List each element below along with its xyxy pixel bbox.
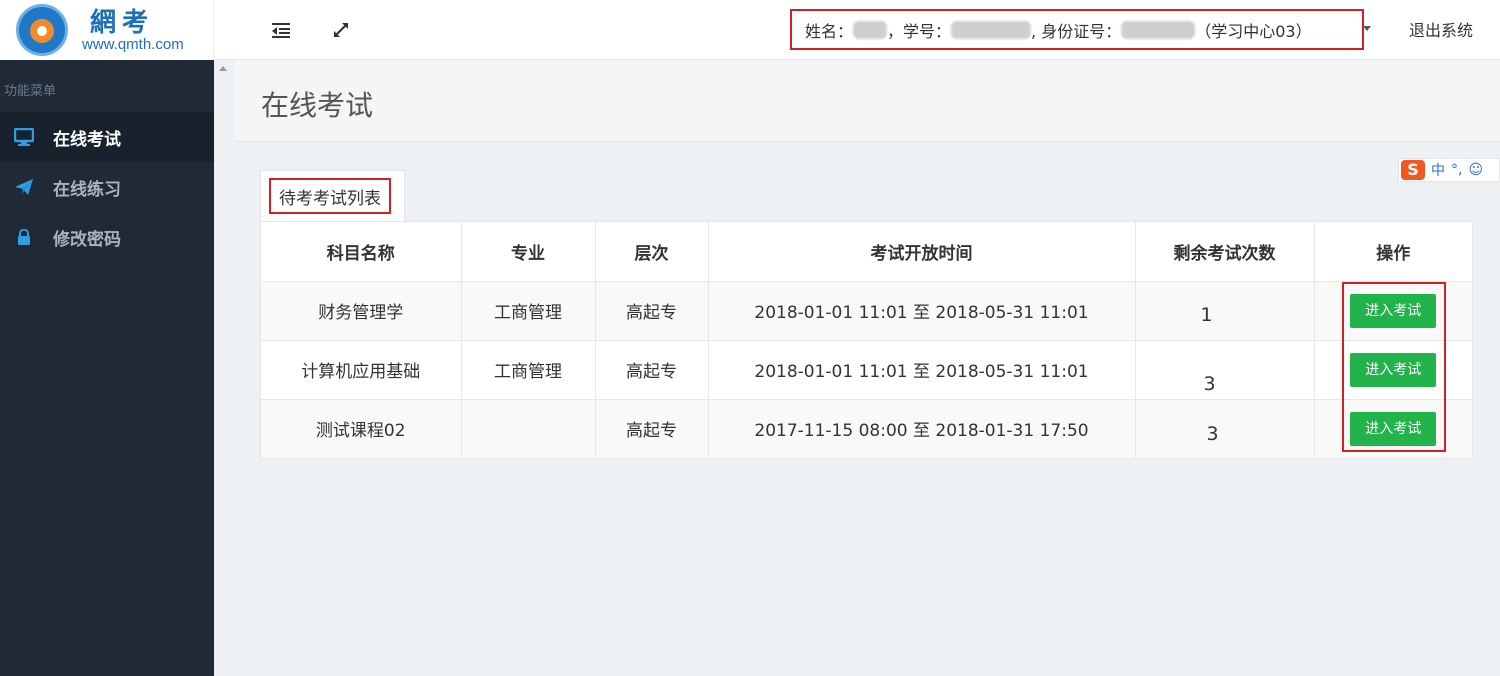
page-title: 在线考试 <box>261 89 374 122</box>
center-label: （学习中心03） <box>1195 21 1312 41</box>
column-header: 层次 <box>595 222 709 282</box>
paper-plane-icon <box>13 178 35 196</box>
tab-pending-exams[interactable]: 待考考试列表 <box>260 170 405 222</box>
top-header: 網考 www.qmth.com 姓名： ，学号： , 身份证号： （学习中心03… <box>0 0 1500 60</box>
sidebar-item-label: 在线练习 <box>53 179 121 200</box>
logo[interactable]: 網考 www.qmth.com <box>0 0 214 60</box>
major-cell: 工商管理 <box>461 340 596 400</box>
remaining-count: 3 <box>1206 422 1219 445</box>
sidebar: 功能菜单 在线考试 在线练习 修改密码 <box>0 60 214 676</box>
time-cell: 2018-01-01 11:01 至 2018-05-31 11:01 <box>708 340 1136 400</box>
sidebar-item-online-exam[interactable]: 在线考试 <box>0 112 214 162</box>
logo-name: 網考 <box>90 8 155 38</box>
sidebar-section-title: 功能菜单 <box>4 84 57 99</box>
subject-cell: 计算机应用基础 <box>261 340 462 400</box>
ime-punct[interactable]: °, <box>1451 162 1462 178</box>
table-row: 测试课程02 高起专 2017-11-15 08:00 至 2018-01-31… <box>261 399 1472 459</box>
sidebar-item-label: 在线考试 <box>53 129 121 150</box>
column-header: 考试开放时间 <box>708 222 1136 282</box>
page-header: 在线考试 <box>235 60 1500 142</box>
table-row: 财务管理学 工商管理 高起专 2018-01-01 11:01 至 2018-0… <box>261 281 1472 341</box>
chevron-down-icon[interactable] <box>1363 26 1371 31</box>
time-cell: 2017-11-15 08:00 至 2018-01-31 17:50 <box>708 399 1136 459</box>
ime-mode[interactable]: 中 <box>1431 160 1445 180</box>
major-cell: 工商管理 <box>461 281 596 341</box>
action-cell: 进入考试 <box>1314 340 1472 400</box>
subject-cell: 财务管理学 <box>261 281 462 341</box>
redacted-name <box>853 20 888 39</box>
remaining-cell: 1 <box>1135 281 1315 341</box>
name-label: 姓名： <box>805 21 854 41</box>
logout-button[interactable]: 退出系统 <box>1409 17 1473 41</box>
level-cell: 高起专 <box>595 281 709 341</box>
tab-label[interactable]: 待考考试列表 <box>269 178 391 214</box>
sidebar-item-online-practice[interactable]: 在线练习 <box>0 162 214 212</box>
action-cell: 进入考试 <box>1314 281 1472 341</box>
remaining-cell: 3 <box>1135 399 1315 459</box>
sidebar-item-change-password[interactable]: 修改密码 <box>0 212 214 262</box>
id-label: , 身份证号： <box>1031 21 1122 41</box>
exam-table: 科目名称 专业 层次 考试开放时间 剩余考试次数 操作 财务管理学 工商管理 高… <box>260 221 1473 459</box>
level-cell: 高起专 <box>595 340 709 400</box>
column-header: 操作 <box>1314 222 1472 282</box>
table-header-row: 科目名称 专业 层次 考试开放时间 剩余考试次数 操作 <box>261 222 1472 282</box>
emoji-icon[interactable]: ☺ <box>1468 162 1483 178</box>
action-cell: 进入考试 <box>1314 399 1472 459</box>
student-no-label: ，学号： <box>887 21 952 41</box>
level-cell: 高起专 <box>595 399 709 459</box>
remaining-cell: 3 <box>1135 340 1315 400</box>
major-cell <box>461 399 596 459</box>
logo-url: www.qmth.com <box>82 36 184 53</box>
monitor-icon <box>13 128 35 146</box>
ime-toolbar[interactable]: S 中 °, ☺ <box>1398 158 1500 182</box>
table-row: 计算机应用基础 工商管理 高起专 2018-01-01 11:01 至 2018… <box>261 340 1472 400</box>
redacted-student-no <box>951 20 1032 39</box>
enter-exam-button[interactable]: 进入考试 <box>1350 411 1437 446</box>
column-header: 专业 <box>461 222 596 282</box>
enter-exam-button[interactable]: 进入考试 <box>1350 293 1437 328</box>
time-cell: 2018-01-01 11:01 至 2018-05-31 11:01 <box>708 281 1136 341</box>
sidebar-item-label: 修改密码 <box>53 229 121 250</box>
column-header: 剩余考试次数 <box>1135 222 1315 282</box>
remaining-count: 1 <box>1200 303 1213 326</box>
column-header: 科目名称 <box>261 222 462 282</box>
remaining-count: 3 <box>1203 372 1216 395</box>
enter-exam-button[interactable]: 进入考试 <box>1350 352 1437 387</box>
subject-cell: 测试课程02 <box>261 399 462 459</box>
redacted-id <box>1121 20 1196 39</box>
logo-emblem-icon <box>16 4 68 56</box>
fullscreen-button[interactable] <box>326 15 356 45</box>
sogou-logo-icon: S <box>1401 160 1425 180</box>
outdent-icon <box>272 23 290 38</box>
menu-toggle-button[interactable] <box>267 15 297 45</box>
scroll-up-arrow-icon[interactable] <box>219 66 227 71</box>
user-info[interactable]: 姓名： ，学号： , 身份证号： （学习中心03） <box>790 9 1364 50</box>
lock-icon <box>13 229 35 245</box>
expand-icon <box>334 23 348 37</box>
